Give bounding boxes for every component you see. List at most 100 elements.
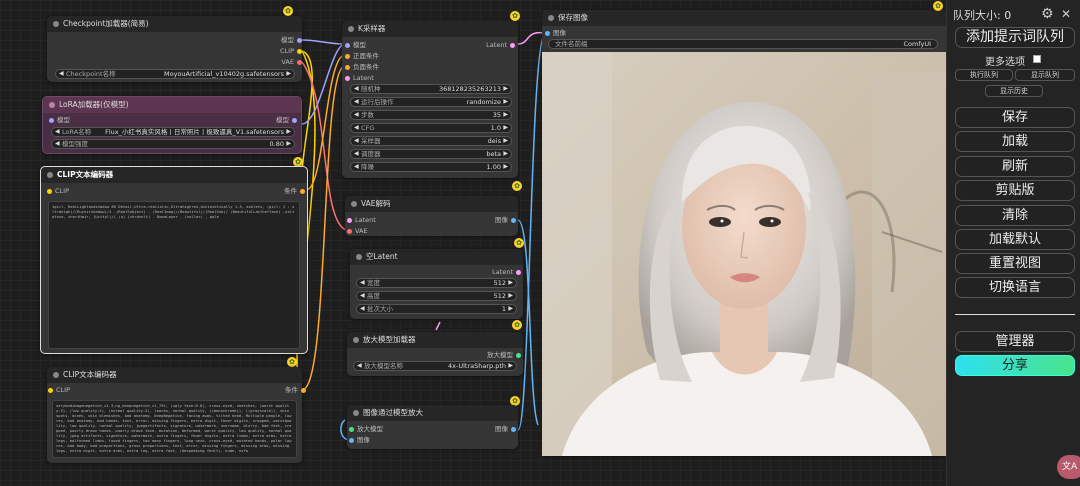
gear-icon[interactable]: ⚙ [1041,6,1054,22]
output-image[interactable]: 图像 [495,425,516,433]
node-title[interactable]: 空Latent [350,249,523,265]
node-title[interactable]: Checkpoint加载器(简易) [47,16,302,32]
arrow-right-icon[interactable]: ▶ [503,124,508,132]
checkpoint-loader-node[interactable]: Checkpoint加载器(简易) 模型 CLIP VAE ◀ Checkpoin… [47,16,302,82]
input-positive[interactable]: 正面条件 [345,52,379,60]
input-vae[interactable]: VAE [347,227,368,235]
node-title[interactable]: VAE解码 [345,196,518,212]
arrow-left-icon[interactable]: ◀ [357,362,362,370]
arrow-left-icon[interactable]: ◀ [360,305,365,313]
arrow-left-icon[interactable]: ◀ [55,128,60,136]
upscale-model-loader-node[interactable]: 放大模型加载器 放大模型 ◀ 放大模型名称 4x-UltraSharp.pth ▶ [347,332,523,376]
arrow-right-icon[interactable]: ▶ [286,140,291,148]
seed-number[interactable]: ◀ 随机种 368128235263213 ▶ [350,84,512,94]
arrow-left-icon[interactable]: ◀ [354,163,359,171]
arrow-left-icon[interactable]: ◀ [59,70,64,78]
arrow-left-icon[interactable]: ◀ [360,292,365,300]
cfg-number[interactable]: ◀ CFG 1.0 ▶ [350,123,512,133]
node-title[interactable]: LoRA加载器(仅模型) [43,97,301,113]
scheduler-combo[interactable]: ◀ 调度器 beta ▶ [350,149,512,159]
arrow-left-icon[interactable]: ◀ [354,98,359,106]
run-queue-button[interactable]: 执行队列 [955,69,1013,81]
node-title[interactable]: CLIP文本编码器 [47,367,302,383]
empty-latent-node[interactable]: 空Latent Latent ◀ 宽度 512 ▶ ◀ 高度 512 ▶ ◀ 批次大小 1 ▶ [350,249,523,319]
node-title[interactable]: 图像通过模型放大 [347,405,518,421]
arrow-left-icon[interactable]: ◀ [354,85,359,93]
save-button[interactable]: 保存 [955,107,1075,128]
arrow-right-icon[interactable]: ▶ [503,150,508,158]
input-model[interactable]: 模型 [49,116,70,124]
reset-view-button[interactable]: 重置视图 [955,253,1075,274]
steps-number[interactable]: ◀ 步数 35 ▶ [350,110,512,120]
view-history-button[interactable]: 显示历史 [985,85,1043,97]
manager-button[interactable]: 管理器 [955,331,1075,352]
arrow-right-icon[interactable]: ▶ [503,137,508,145]
output-image[interactable]: 图像 [495,216,516,224]
clear-button[interactable]: 清除 [955,205,1075,226]
ksampler-node[interactable]: K采样器 模型 正面条件 负面条件 Latent Latent ◀ 随机种 3681… [342,21,518,178]
upscale-image-node[interactable]: 图像通过模型放大 放大模型 图像 图像 [347,405,518,449]
width-number[interactable]: ◀ 宽度 512 ▶ [356,278,517,288]
input-latent[interactable]: Latent [347,216,376,224]
arrow-right-icon[interactable]: ▶ [508,362,513,370]
arrow-right-icon[interactable]: ▶ [503,98,508,106]
translate-icon[interactable]: 文A [1057,455,1080,479]
output-model[interactable]: 模型 [281,36,302,44]
load-button[interactable]: 加载 [955,131,1075,152]
close-icon[interactable]: ✕ [1061,7,1071,21]
refresh-button[interactable]: 刷新 [955,156,1075,177]
clip-text-encode-positive-node[interactable]: CLIP文本编码器 CLIP 条件 1girl, RealLightandsha… [40,166,308,354]
output-conditioning[interactable]: 条件 [284,187,305,195]
arrow-left-icon[interactable]: ◀ [354,137,359,145]
share-button[interactable]: 分享 [955,355,1075,376]
arrow-right-icon[interactable]: ▶ [503,163,508,171]
node-graph-canvas[interactable]: Checkpoint加载器(简易) 模型 CLIP VAE ◀ Checkpoin… [0,0,946,486]
input-upscale-model[interactable]: 放大模型 [349,425,383,433]
output-model[interactable]: 模型 [276,116,297,124]
queue-prompt-button[interactable]: 添加提示词队列 [955,27,1075,48]
input-image[interactable]: 图像 [545,29,566,37]
lora-strength-number[interactable]: ◀ 模型强度 0.80 ▶ [51,139,295,149]
arrow-right-icon[interactable]: ▶ [503,111,508,119]
arrow-right-icon[interactable]: ▶ [286,128,291,136]
arrow-left-icon[interactable]: ◀ [354,124,359,132]
input-clip[interactable]: CLIP [47,187,69,195]
input-latent[interactable]: Latent [345,74,374,82]
node-title[interactable]: CLIP文本编码器 [41,167,307,183]
sampler-combo[interactable]: ◀ 采样器 deis ▶ [350,136,512,146]
arrow-left-icon[interactable]: ◀ [55,140,60,148]
arrow-left-icon[interactable]: ◀ [354,150,359,158]
node-title[interactable]: 放大模型加载器 [347,332,523,348]
lora-loader-node[interactable]: LoRA加载器(仅模型) 模型 模型 ◀ LoRA名称 Flux_小红书真实风格丨日… [42,96,302,154]
input-model[interactable]: 模型 [345,41,366,49]
input-negative[interactable]: 负面条件 [345,63,379,71]
lora-name-combo[interactable]: ◀ LoRA名称 Flux_小红书真实风格丨日常照片丨极致逼真_V1.safeten… [51,127,295,137]
arrow-right-icon[interactable]: ▶ [286,70,291,78]
arrow-right-icon[interactable]: ▶ [503,85,508,93]
prompt-textarea[interactable]: 1girl, RealLightandshadow 8K Detail,Ultr… [48,201,300,349]
arrow-right-icon[interactable]: ▶ [508,305,513,313]
clipspace-button[interactable]: 剪贴版 [955,180,1075,201]
upscale-model-combo[interactable]: ◀ 放大模型名称 4x-UltraSharp.pth ▶ [353,361,517,371]
generated-image-preview[interactable] [542,52,946,456]
node-title[interactable]: K采样器 [342,21,518,37]
view-queue-button[interactable]: 显示队列 [1015,69,1075,81]
arrow-left-icon[interactable]: ◀ [360,279,365,287]
arrow-right-icon[interactable]: ▶ [508,279,513,287]
output-vae[interactable]: VAE [281,58,302,66]
prompt-textarea[interactable]: verybadimagenegative_v1.3,ng_deepnegativ… [52,400,297,458]
input-image[interactable]: 图像 [349,436,370,444]
vae-decode-node[interactable]: VAE解码 Latent VAE 图像 [345,196,518,236]
switch-language-button[interactable]: 切换语言 [955,277,1075,298]
load-default-button[interactable]: 加载默认 [955,229,1075,250]
output-upscale-model[interactable]: 放大模型 [487,351,521,359]
input-clip[interactable]: CLIP [48,386,70,394]
batch-size-number[interactable]: ◀ 批次大小 1 ▶ [356,304,517,314]
arrow-right-icon[interactable]: ▶ [508,292,513,300]
height-number[interactable]: ◀ 高度 512 ▶ [356,291,517,301]
save-image-node[interactable]: 保存图像 图像 文件名前缀 ComfyUI [542,10,946,456]
ckpt-name-combo[interactable]: ◀ Checkpoint名称 MoyouArtificial_v10402g.saf… [55,69,295,79]
output-latent[interactable]: Latent [492,268,521,276]
output-clip[interactable]: CLIP [280,47,302,55]
output-conditioning[interactable]: 条件 [285,386,306,394]
